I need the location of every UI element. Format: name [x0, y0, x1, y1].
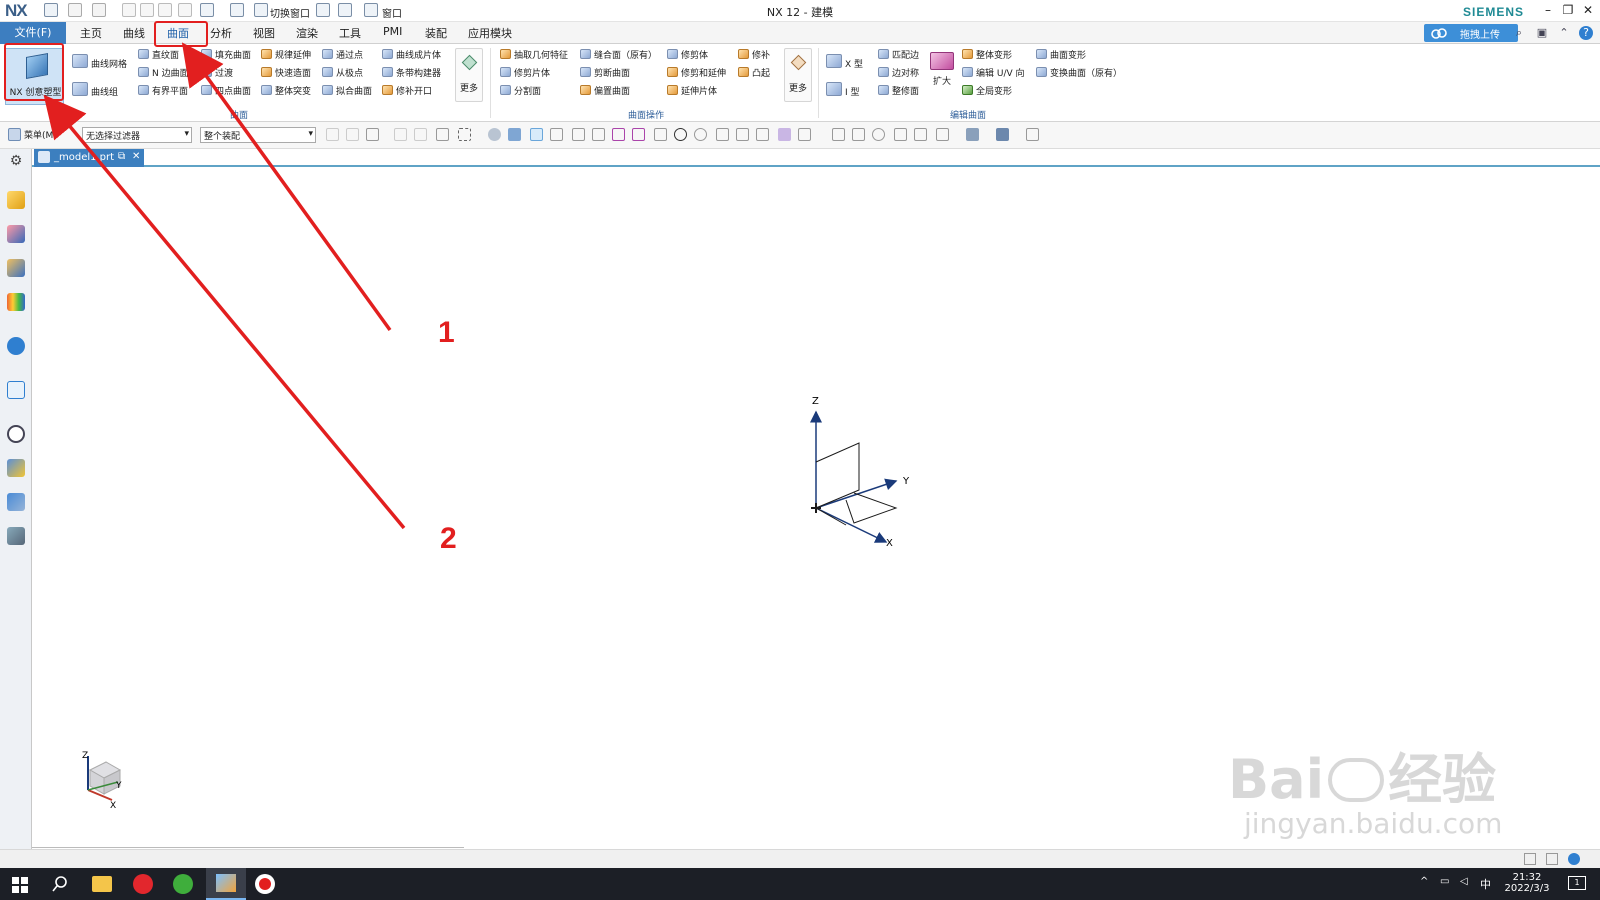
browser-icon[interactable]	[173, 874, 193, 894]
netease-music-icon[interactable]	[133, 874, 153, 894]
windows-taskbar: ^ ▭ ◁ 中 21:32 2022/3/3 1	[0, 868, 1600, 900]
status-bar	[0, 849, 1600, 868]
view-triad	[87, 756, 122, 801]
triad-z-label: Z	[82, 751, 88, 761]
datum-csys[interactable]	[810, 410, 898, 543]
volume-icon[interactable]: ◁	[1460, 876, 1468, 887]
arrow-1	[181, 42, 392, 332]
tray-chevron-icon[interactable]: ^	[1420, 876, 1428, 887]
clock-time: 21:32	[1512, 872, 1542, 883]
file-explorer-icon[interactable]	[92, 876, 112, 892]
arrow-2	[43, 94, 406, 530]
creative-modeling-highlight	[4, 43, 64, 101]
y-axis-label: Y	[902, 476, 910, 487]
ime-indicator[interactable]: 中	[1480, 876, 1491, 892]
clock-date: 2022/3/3	[1504, 883, 1550, 894]
triad-x-label: X	[110, 801, 116, 811]
status-globe-icon[interactable]	[1568, 853, 1580, 865]
windows-start-icon[interactable]	[12, 877, 28, 893]
x-axis-label: X	[886, 538, 893, 549]
notification-icon[interactable]: 1	[1568, 876, 1586, 890]
status-layout-icon[interactable]	[1524, 853, 1536, 865]
z-axis-label: Z	[812, 396, 819, 407]
notification-count: 1	[1574, 878, 1580, 887]
annotation-overlay: 1 2 Z Y X Z Y X	[4, 21, 910, 811]
taskbar-search-icon[interactable]	[52, 876, 68, 892]
annotation-1: 1	[438, 316, 455, 349]
status-fullscreen-icon[interactable]	[1546, 853, 1558, 865]
surface-tab-highlight	[154, 21, 208, 47]
clock[interactable]: 21:32 2022/3/3	[1502, 872, 1552, 894]
annotation-2: 2	[440, 522, 457, 555]
screen-recorder-icon[interactable]	[255, 874, 275, 894]
network-icon[interactable]: ▭	[1440, 876, 1449, 887]
triad-y-label: Y	[115, 781, 122, 791]
nx-taskbar-button[interactable]	[206, 868, 246, 900]
nx-app-icon	[216, 874, 236, 892]
